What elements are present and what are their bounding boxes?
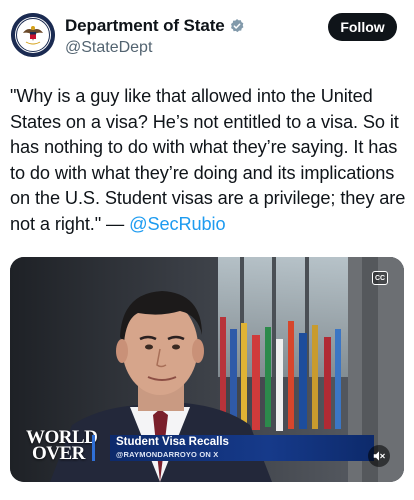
closed-captions-icon[interactable]: CC (372, 271, 388, 285)
caption-title: Student Visa Recalls (116, 436, 229, 448)
logo-accent-bar (92, 435, 95, 461)
author-name-row: Department of State (65, 16, 245, 36)
tweet-body: "Why is a guy like that allowed into the… (10, 86, 406, 234)
verified-badge-icon (229, 18, 245, 34)
author-display-name[interactable]: Department of State (65, 16, 225, 36)
author-handle[interactable]: @StateDept (65, 39, 152, 57)
avatar[interactable] (11, 13, 55, 57)
caption-subtitle: @RAYMONDARROYO ON X (116, 450, 219, 459)
state-department-seal-icon (11, 13, 55, 57)
lower-third-banner: WORLD OVER Student Visa Recalls @RAYMOND… (10, 428, 404, 465)
follow-button[interactable]: Follow (328, 13, 397, 41)
mention-link[interactable]: @SecRubio (129, 214, 226, 234)
tweet-text: "Why is a guy like that allowed into the… (10, 84, 408, 237)
speaker-muted-icon[interactable] (368, 445, 390, 467)
show-logo-line2: OVER (32, 443, 85, 464)
tweet-header: Department of State @StateDept Follow (0, 0, 414, 70)
video-player[interactable]: CC WORLD OVER Student Visa Recalls @RAYM… (10, 257, 404, 482)
